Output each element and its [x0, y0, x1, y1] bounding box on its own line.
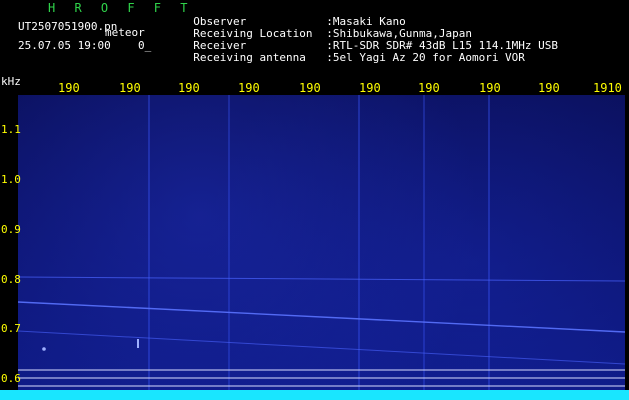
- column-streak: [358, 95, 360, 400]
- freq-tick: 1.0: [1, 173, 21, 186]
- column-streak: [148, 95, 150, 400]
- time-tick: 190: [238, 81, 260, 95]
- time-tick: 190: [538, 81, 560, 95]
- time-tick: 190: [119, 81, 141, 95]
- meteor-count: 0_: [138, 39, 152, 52]
- info-key: Receiving antenna: [193, 51, 306, 64]
- carrier-line: [18, 301, 625, 333]
- unit-label: kHz: [1, 75, 21, 88]
- freq-tick: 0.8: [1, 273, 21, 286]
- time-tick: 190: [418, 81, 440, 95]
- freq-tick: 0.6: [1, 372, 21, 385]
- waterfall-overlay: [18, 95, 625, 400]
- carrier-line: [18, 276, 625, 282]
- app-title: H R O F F T: [48, 1, 194, 15]
- time-tick: 190: [58, 81, 80, 95]
- freq-tick: 0.9: [1, 223, 21, 236]
- freq-tick: 0.7: [1, 322, 21, 335]
- freq-tick: 1.1: [1, 123, 21, 136]
- info-row-antenna: Receiving antenna :5el Yagi Az 20 for Aom…: [180, 41, 525, 63]
- time-tick: 190: [359, 81, 381, 95]
- file-name: UT2507051900.pn: [18, 20, 118, 33]
- info-value: :5el Yagi Az 20 for Aomori VOR: [326, 51, 525, 64]
- meteor-echo: [137, 339, 139, 348]
- time-tick: 1910: [593, 81, 622, 95]
- time-tick: 190: [299, 81, 321, 95]
- meteor-echo: [42, 347, 46, 351]
- capture-datetime: 25.07.05 19:00: [18, 39, 111, 52]
- meteor-label: meteor: [105, 26, 145, 39]
- column-streak: [488, 95, 490, 400]
- column-streak: [228, 95, 230, 400]
- column-streak: [423, 95, 425, 400]
- waterfall-spectrogram: [18, 95, 625, 400]
- spectrum-baseline: [0, 390, 629, 400]
- carrier-line: [18, 330, 625, 365]
- time-tick: 190: [479, 81, 501, 95]
- time-tick: 190: [178, 81, 200, 95]
